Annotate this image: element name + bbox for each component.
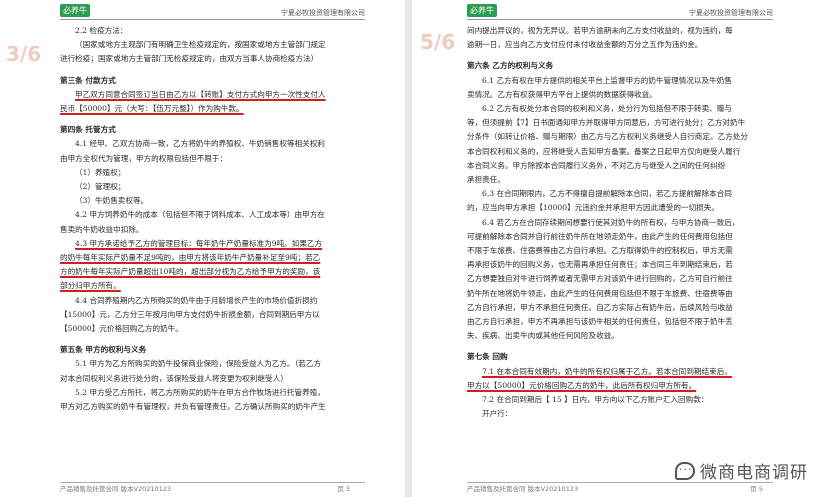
clause-text: 售卖的牛奶收益中扣除。: [60, 224, 144, 234]
clause-text: 对本合同权利义务进行处分的，该保险受益人将变更为权利继受人）: [60, 373, 288, 383]
header-company-name: 宁夏必牧投资管理有限公司: [281, 9, 365, 17]
clause-text: 甲方对乙方购买的奶牛有管理权，并负有管理责任，乙方确认所购买的奶牛产生: [60, 402, 326, 412]
clause-text: 本合同权利和义务的，应将继受人告知甲方备案。备案之日起甲方仅向继受人履行: [467, 146, 741, 156]
clause-text: 不限于车旅费、住宿费等由乙方自行承担。乙方取得奶牛的控制权后，甲方无需: [467, 246, 733, 256]
clause-text: 7.2 在合同到期后【 15 】日内，甲方向以下乙方账户汇入回购款：: [482, 395, 709, 405]
clause-text-underlined: 7.1 在本合同有效期内，奶牛的所有权归属于乙方。若本合同到期结束后，: [482, 366, 732, 376]
clause-text: 失、疾病、出卖牛肉或其他任何风险及收益。: [467, 331, 619, 341]
page-header: 必养牛 宁夏必牧投资管理有限公司: [412, 0, 818, 22]
clause-text: 4.4 合同养殖期内乙方所购买的奶牛由于月龄增长产生的市场价值折损约: [75, 295, 318, 305]
clause-text: 乙方想要独自对牛进行饲养或者无需甲方对该奶牛进行回购的，乙方可自行前往: [467, 274, 733, 284]
section-heading-buyback: 第七条 回购: [467, 352, 508, 362]
section-heading-party-b: 第六条 乙方的权利与义务: [467, 61, 554, 71]
clause-text: 6.4 若乙方在合同存续期间想要行使其对奶牛的所有权，与甲方协商一致后，: [482, 217, 740, 227]
clause-text-underlined: 4.3 甲方承诺给予乙方的管理目标：每年奶牛产奶量标准为9吨。如果乙方: [75, 238, 323, 248]
list-item: （3）牛奶售卖权等。: [75, 196, 149, 206]
list-item: （1）养殖权；: [75, 167, 126, 177]
section-heading-party-a: 第五条 甲方的权利与义务: [60, 345, 147, 355]
clause-text-underlined: 部分归甲方所有。: [60, 281, 121, 291]
header-divider: [60, 19, 365, 20]
section-heading-payment: 第三条 付款方式: [60, 75, 116, 85]
clause-text: 4.1 经甲、乙双方协商一致，乙方将奶牛的养殖权、牛奶销售权等相关权利: [75, 139, 325, 149]
clause-text: 本合同义务。甲方除按本合同履行义务外，不对乙方与继受人之间的任何纠纷: [467, 160, 726, 170]
clause-text-underlined: 的奶牛每年实际产奶量不足9吨的，由甲方将该年奶牛产奶量补足至9吨；若乙: [60, 253, 321, 263]
footer-page-number: 页 3: [337, 485, 350, 493]
footer-version: 产品销售及托管合同 版本V20210123: [467, 485, 579, 493]
clause-text-underlined: 方的奶牛每年实际产奶量超出10吨的，超出部分视为乙方给予甲方的奖励，该: [60, 267, 321, 277]
clause-text: 等，但须提前【7】日书面通知甲方并取得甲方同意后，方可进行处分；乙方对奶牛: [467, 118, 746, 128]
page-body: 间内提出异议的，视为无异议。若甲方逾期未向乙方支付收益的，视为违约，每 逾期一日…: [467, 24, 779, 421]
contract-page-3: 必养牛 宁夏必牧投资管理有限公司 3/6 2.2 检疫方法： （国家或地方主观部…: [0, 0, 405, 497]
page-gutter: [405, 0, 412, 497]
header-divider: [467, 19, 773, 20]
section-heading-custody: 第四条 托管方式: [60, 125, 116, 135]
header-company-name: 宁夏必牧投资管理有限公司: [689, 9, 773, 17]
clause-text: 的，应当向甲方承担【10000】元违约金并承担甲方因此遭受的一切损失。: [467, 203, 719, 213]
clause-text: 6.3 在合同期限内，乙方不得擅自提前解除本合同，若乙方提前解除本合同: [482, 189, 732, 199]
company-logo: 必养牛: [60, 4, 90, 17]
watermark-text: 微商电商调研: [700, 463, 808, 483]
contract-page-5: 必养牛 宁夏必牧投资管理有限公司 5/6 间内提出异议的，视为无异议。若甲方逾期…: [412, 0, 818, 497]
clause-text: 6.1 乙方有权在甲方提供的相关平台上监督甲方的奶牛管理情况以及牛奶售: [482, 75, 732, 85]
clause-text: 由乙方自行承担，甲方不再承担与该奶牛相关的任何责任，包括但不限于奶牛丢: [467, 317, 733, 327]
clause-text: 卖情况。乙方有权获得甲方平台上提供的数据获得收益。: [467, 89, 657, 99]
clause-text: 间内提出异议的，视为无异议。若甲方逾期未向乙方支付收益的，视为违约，每: [467, 26, 733, 35]
clause-text: 开户行：: [482, 409, 513, 419]
list-item: （2）管理权；: [75, 182, 126, 192]
clause-text: 5.1 甲方为乙方所购买的奶牛投保商业保险，保险受益人为乙方。（若乙方: [75, 359, 322, 369]
clause-text: 5.2 甲方受乙方所托，将乙方所购买的奶牛在甲方合作牧场进行托管养殖，: [75, 387, 325, 397]
clause-text-underlined: 甲方以【50000】元价格回购乙方的奶牛，此后所有权归甲方所有。: [467, 380, 697, 390]
clause-text-underlined: 民币【50000】元（大写：【伍万元整】）作为购牛款。: [60, 104, 244, 114]
clause-text-underlined: 甲乙双方同意合同签订当日由乙方以【转账】支付方式向甲方一次性支付人: [75, 89, 326, 99]
page-body: 2.2 检疫方法： （国家或地方主观部门有明确卫生检疫规定的，按国家或地方主管部…: [60, 24, 370, 414]
clause-text: 可提前解除本合同并自行前往奶牛所在地领走奶牛，由此产生的任何费用包括但: [467, 231, 733, 241]
clause-text: 乙方自行承担，甲方不承担任何责任。自乙方实际占有奶牛后，后续风险与收益: [467, 302, 733, 312]
wechat-watermark: 微商电商调研: [675, 458, 808, 483]
page-header: 必养牛 宁夏必牧投资管理有限公司: [0, 0, 405, 22]
clause-text: 4.2 甲方饲养奶牛的成本（包括但不限于饲料成本、人工成本等）由甲方在: [75, 210, 325, 220]
clause-text: 再承担该奶牛的回购义务，也无需再承担任何责任；本合同三年到期结束后，若: [467, 260, 733, 270]
clause-text: 进行检疫；国家或地方主管部门无检疫规定的，由双方当事人协商检疫方法）: [60, 54, 319, 64]
page-marker: 5/6: [420, 30, 456, 54]
clause-text: 逾期一日，应当向乙方支付应付未付收益金额的万分之五作为违约金。: [467, 40, 703, 50]
clause-text: 2.2 检疫方法：: [75, 26, 128, 35]
clause-text: 由甲方全权代为管理，甲方的权限包括但不限于：: [60, 153, 228, 163]
clause-text: 6.2 乙方有权处分本合同的权利和义务，处分行为包括但不限于转卖、赠与: [482, 104, 732, 114]
clause-text: 奶牛所在地将奶牛领走，由此产生的任何费用包括但不限于车旅费、住宿费等由: [467, 288, 733, 298]
clause-text: 【15000】元，乙方分三年按月向甲方支付奶牛折损金额，合同到期后甲方以: [60, 309, 320, 319]
footer-version: 产品销售及托管合同 版本V20210123: [60, 485, 172, 493]
clause-text: 承担责任。: [467, 175, 505, 185]
clause-text: 分条件（如转让价格、赠与期限）由乙方与乙方权利义务继受人自行商定。乙方处分: [467, 132, 748, 142]
page-marker: 3/6: [6, 42, 42, 66]
wechat-chat-icon: [675, 460, 695, 480]
clause-text: 【50000】元价格回购乙方的奶牛。: [60, 324, 183, 334]
footer-page-number: 页 5: [750, 485, 763, 493]
company-logo: 必养牛: [467, 4, 497, 17]
clause-text: （国家或地方主观部门有明确卫生检疫规定的，按国家或地方主管部门规定: [75, 40, 326, 50]
